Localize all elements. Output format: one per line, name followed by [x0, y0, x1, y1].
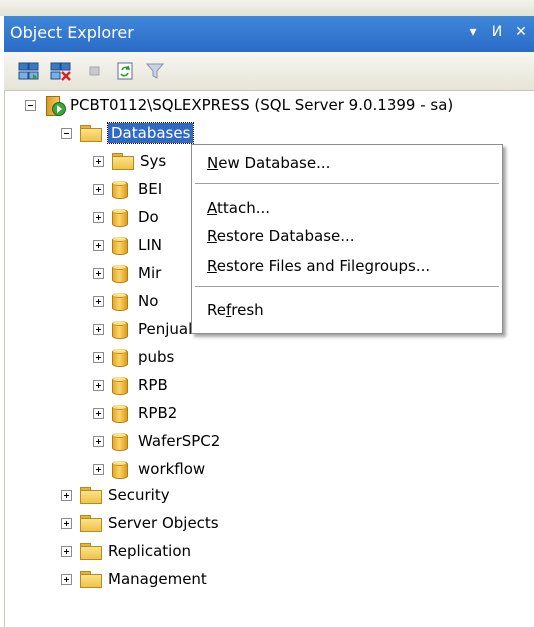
database-icon — [112, 347, 128, 367]
expand-toggle[interactable] — [93, 379, 104, 391]
database-label: Do — [138, 208, 159, 226]
expand-toggle[interactable] — [61, 545, 72, 557]
databases-context-menu: New Database... Attach... Restore Databa… — [191, 144, 503, 334]
tree-node-database[interactable]: RPB2 — [93, 401, 177, 425]
database-label: workflow — [138, 460, 206, 478]
menu-separator — [195, 183, 499, 184]
tree-node-database[interactable]: Mir — [93, 261, 161, 285]
folder-icon — [80, 487, 102, 504]
tree-node-databases[interactable]: Databases — [61, 121, 195, 145]
window-top-strip — [0, 0, 534, 16]
expand-toggle[interactable] — [93, 183, 104, 195]
disconnect-icon[interactable] — [50, 60, 72, 82]
menu-item-refresh[interactable]: Refresh — [207, 301, 264, 319]
database-label: RPB — [138, 376, 168, 394]
tree-node-database[interactable]: BEI — [93, 177, 162, 201]
server-label: PCBT0112\SQLEXPRESS (SQL Server 9.0.1399… — [70, 96, 454, 114]
menu-item-attach[interactable]: Attach... — [207, 199, 270, 217]
expand-toggle[interactable] — [93, 435, 104, 447]
database-icon — [112, 375, 128, 395]
menu-item-restore-database[interactable]: Restore Database... — [207, 227, 355, 245]
tree-node-database[interactable]: RPB — [93, 373, 168, 397]
panel-title: Object Explorer — [10, 23, 134, 42]
database-label: pubs — [138, 348, 175, 366]
database-icon — [112, 179, 128, 199]
database-icon — [112, 263, 128, 283]
auto-hide-pin-icon[interactable]: И — [488, 22, 506, 42]
tree-node-database[interactable]: Do — [93, 205, 159, 229]
databases-label: Databases — [106, 122, 195, 144]
folder-label: Security — [108, 486, 170, 504]
expand-toggle[interactable] — [61, 489, 72, 501]
folder-icon — [112, 153, 134, 170]
expand-toggle[interactable] — [93, 155, 104, 167]
connect-icon[interactable] — [18, 60, 40, 82]
folder-label: Management — [108, 570, 207, 588]
menu-item-new-database[interactable]: New Database... — [207, 154, 330, 172]
expand-toggle[interactable] — [93, 407, 104, 419]
database-icon — [112, 459, 128, 479]
tree-node-security[interactable]: Security — [61, 483, 170, 507]
database-icon — [112, 291, 128, 311]
folder-icon — [80, 543, 102, 560]
tree-node-server-objects[interactable]: Server Objects — [61, 511, 219, 535]
tree-node-database[interactable]: LIN — [93, 233, 162, 257]
collapse-toggle[interactable] — [61, 127, 72, 139]
window-position-dropdown-icon[interactable]: ▾ — [464, 22, 482, 42]
expand-toggle[interactable] — [61, 517, 72, 529]
expand-toggle[interactable] — [93, 239, 104, 251]
expand-toggle[interactable] — [93, 351, 104, 363]
filter-icon[interactable] — [144, 60, 166, 82]
tree-node-database[interactable]: WaferSPC2 — [93, 429, 220, 453]
database-icon — [112, 207, 128, 227]
folder-icon — [80, 571, 102, 588]
tree-node-database[interactable]: workflow — [93, 457, 205, 481]
close-icon[interactable]: ✕ — [512, 22, 530, 42]
expand-toggle[interactable] — [61, 573, 72, 585]
database-label: Sys — [140, 152, 167, 170]
tree-node-database[interactable]: pubs — [93, 345, 174, 369]
database-icon — [112, 319, 128, 339]
database-label: RPB2 — [138, 404, 178, 422]
expand-toggle[interactable] — [93, 267, 104, 279]
refresh-icon[interactable] — [114, 60, 136, 82]
database-icon — [112, 403, 128, 423]
object-explorer-toolbar — [4, 52, 534, 91]
tree-node-replication[interactable]: Replication — [61, 539, 191, 563]
database-label: LIN — [138, 236, 163, 254]
database-label: Mir — [138, 264, 162, 282]
menu-item-restore-files-filegroups[interactable]: Restore Files and Filegroups... — [207, 257, 430, 275]
tree-node-server[interactable]: PCBT0112\SQLEXPRESS (SQL Server 9.0.1399… — [25, 93, 453, 117]
folder-label: Replication — [108, 542, 192, 560]
database-label: BEI — [138, 180, 163, 198]
tree-node-database[interactable]: Sys — [93, 149, 166, 173]
expand-toggle[interactable] — [93, 323, 104, 335]
expand-toggle[interactable] — [93, 295, 104, 307]
menu-separator — [195, 286, 499, 287]
folder-icon — [80, 515, 102, 532]
database-label: WaferSPC2 — [138, 432, 221, 450]
object-explorer-titlebar: Object Explorer ▾ И ✕ — [4, 16, 534, 52]
database-icon — [112, 235, 128, 255]
server-icon — [44, 94, 66, 116]
stop-icon[interactable] — [84, 60, 106, 82]
collapse-toggle[interactable] — [25, 99, 36, 111]
database-label: No — [138, 292, 159, 310]
folder-icon — [80, 125, 102, 142]
expand-toggle[interactable] — [93, 463, 104, 475]
expand-toggle[interactable] — [93, 211, 104, 223]
database-icon — [112, 431, 128, 451]
folder-label: Server Objects — [108, 514, 219, 532]
tree-node-management[interactable]: Management — [61, 567, 207, 591]
tree-node-database[interactable]: No — [93, 289, 158, 313]
